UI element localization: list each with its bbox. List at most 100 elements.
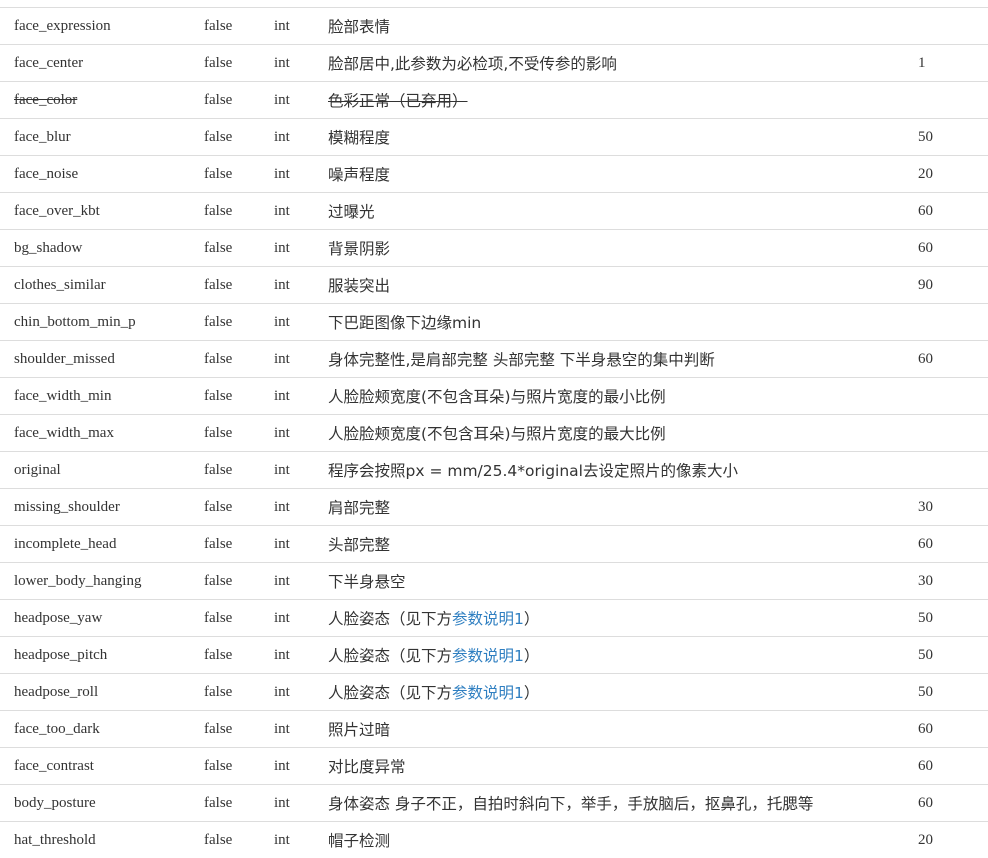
- param-name-cell: body_posture: [0, 784, 204, 822]
- param-required-cell: false: [204, 673, 274, 711]
- param-description-cell: 色彩正常（已弃用）: [328, 81, 918, 119]
- param-name-cell: face_center: [0, 44, 204, 82]
- param-type-cell: int: [274, 7, 328, 45]
- description-text: 脸部居中,此参数为必检项,不受传参的影响: [328, 55, 617, 73]
- param-name-cell: face_noise: [0, 155, 204, 193]
- parameter-table: face_expression false int 脸部表情 face_center fa…: [0, 7, 988, 858]
- table-row: face_width_max false int 人脸脸颊宽度(不包含耳朵)与照片宽度…: [0, 414, 988, 452]
- description-text-suffix: ）: [523, 610, 540, 628]
- param-default-cell: [918, 451, 988, 489]
- param-type-cell: int: [274, 340, 328, 378]
- param-type-cell: int: [274, 44, 328, 82]
- param-description-cell: 人脸脸颊宽度(不包含耳朵)与照片宽度的最小比例: [328, 377, 918, 415]
- description-text: 噪声程度: [328, 166, 391, 184]
- param-required-cell: false: [204, 377, 274, 415]
- param-name-cell: bg_shadow: [0, 229, 204, 267]
- table-row: bg_shadow false int 背景阴影 60: [0, 229, 988, 267]
- param-default-cell: 50: [918, 673, 988, 711]
- param-name-cell: face_over_kbt: [0, 192, 204, 230]
- param-name-cell: headpose_yaw: [0, 599, 204, 637]
- param-description-cell: 背景阴影: [328, 229, 918, 267]
- param-description-cell: 人脸姿态（见下方参数说明1）: [328, 673, 918, 711]
- param-description-cell: 过曝光: [328, 192, 918, 230]
- param-name-cell: headpose_pitch: [0, 636, 204, 674]
- param-required-cell: false: [204, 118, 274, 156]
- param-name-cell: clothes_similar: [0, 266, 204, 304]
- table-row: face_noise false int 噪声程度 20: [0, 155, 988, 193]
- param-description-cell: 头部完整: [328, 525, 918, 563]
- param-type-cell: int: [274, 821, 328, 858]
- table-row: hat_threshold false int 帽子检测 20: [0, 821, 988, 858]
- param-required-cell: false: [204, 81, 274, 119]
- param-description-cell: 照片过暗: [328, 710, 918, 748]
- param-name-cell: incomplete_head: [0, 525, 204, 563]
- description-text: 人脸姿态（见下方: [328, 610, 453, 628]
- param-default-cell: 50: [918, 118, 988, 156]
- param-required-cell: false: [204, 303, 274, 341]
- param-name-cell: hat_threshold: [0, 821, 204, 858]
- param-default-cell: [918, 377, 988, 415]
- param-type-cell: int: [274, 192, 328, 230]
- param-required-cell: false: [204, 821, 274, 858]
- description-text: 下半身悬空: [328, 573, 406, 591]
- param-default-cell: 20: [918, 155, 988, 193]
- param-default-cell: 60: [918, 192, 988, 230]
- table-row: headpose_yaw false int 人脸姿态（见下方参数说明1） 50: [0, 599, 988, 637]
- table-row: missing_shoulder false int 肩部完整 30: [0, 488, 988, 526]
- description-text: 头部完整: [328, 536, 391, 554]
- param-description-cell: 人脸姿态（见下方参数说明1）: [328, 636, 918, 674]
- param-type-cell: int: [274, 266, 328, 304]
- param-note-link[interactable]: 参数说明1: [452, 610, 524, 628]
- table-row: incomplete_head false int 头部完整 60: [0, 525, 988, 563]
- description-text: 人脸脸颊宽度(不包含耳朵)与照片宽度的最大比例: [328, 425, 666, 443]
- param-note-link[interactable]: 参数说明1: [452, 684, 524, 702]
- param-type-cell: int: [274, 710, 328, 748]
- description-text: 程序会按照px = mm/25.4*original去设定照片的像素大小: [328, 462, 738, 480]
- param-name-cell: face_expression: [0, 7, 204, 45]
- description-text: 身体姿态 身子不正，自拍时斜向下，举手，手放脑后，抠鼻孔，托腮等: [328, 795, 814, 813]
- param-type-cell: int: [274, 488, 328, 526]
- param-description-cell: 人脸姿态（见下方参数说明1）: [328, 599, 918, 637]
- param-description-cell: 肩部完整: [328, 488, 918, 526]
- param-type-cell: int: [274, 229, 328, 267]
- param-description-cell: 噪声程度: [328, 155, 918, 193]
- param-required-cell: false: [204, 747, 274, 785]
- param-note-link[interactable]: 参数说明1: [452, 647, 524, 665]
- param-required-cell: false: [204, 488, 274, 526]
- param-description-cell: 下半身悬空: [328, 562, 918, 600]
- param-required-cell: false: [204, 525, 274, 563]
- table-row: face_width_min false int 人脸脸颊宽度(不包含耳朵)与照片宽度…: [0, 377, 988, 415]
- param-type-cell: int: [274, 747, 328, 785]
- description-text-suffix: ）: [523, 684, 540, 702]
- param-description-cell: 模糊程度: [328, 118, 918, 156]
- param-default-cell: 1: [918, 44, 988, 82]
- table-row: body_posture false int 身体姿态 身子不正，自拍时斜向下，举手，…: [0, 784, 988, 822]
- param-type-cell: int: [274, 414, 328, 452]
- param-name-cell: face_width_max: [0, 414, 204, 452]
- param-required-cell: false: [204, 44, 274, 82]
- param-default-cell: 60: [918, 525, 988, 563]
- table-row: original false int 程序会按照px = mm/25.4*origin…: [0, 451, 988, 489]
- param-name-cell: face_color: [0, 81, 204, 119]
- param-type-cell: int: [274, 451, 328, 489]
- param-type-cell: int: [274, 784, 328, 822]
- description-text: 背景阴影: [328, 240, 391, 258]
- table-row: face_expression false int 脸部表情: [0, 7, 988, 45]
- param-default-cell: 90: [918, 266, 988, 304]
- param-required-cell: false: [204, 7, 274, 45]
- param-type-cell: int: [274, 81, 328, 119]
- param-required-cell: false: [204, 784, 274, 822]
- description-text: 色彩正常（已弃用）: [328, 92, 468, 110]
- param-type-cell: int: [274, 562, 328, 600]
- param-required-cell: false: [204, 340, 274, 378]
- table-row: face_over_kbt false int 过曝光 60: [0, 192, 988, 230]
- param-name-cell: lower_body_hanging: [0, 562, 204, 600]
- param-type-cell: int: [274, 377, 328, 415]
- description-text: 下巴距图像下边缘min: [328, 314, 482, 332]
- param-type-cell: int: [274, 303, 328, 341]
- description-text: 身体完整性,是肩部完整 头部完整 下半身悬空的集中判断: [328, 351, 715, 369]
- param-name-cell: face_contrast: [0, 747, 204, 785]
- description-text: 人脸姿态（见下方: [328, 647, 453, 665]
- param-description-cell: 人脸脸颊宽度(不包含耳朵)与照片宽度的最大比例: [328, 414, 918, 452]
- description-text: 服装突出: [328, 277, 391, 295]
